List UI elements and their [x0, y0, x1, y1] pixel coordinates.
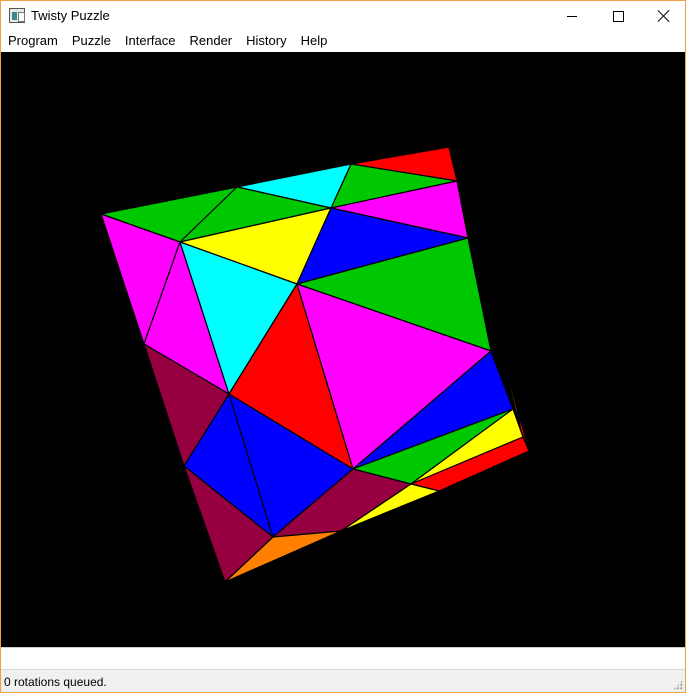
maximize-icon — [612, 10, 624, 22]
title-bar[interactable]: Twisty Puzzle — [1, 1, 685, 31]
menu-program[interactable]: Program — [1, 31, 65, 51]
menu-render[interactable]: Render — [182, 31, 239, 51]
maximize-button[interactable] — [595, 1, 641, 31]
status-text: 0 rotations queued. — [4, 675, 107, 689]
puzzle-canvas[interactable] — [1, 52, 685, 647]
window-title: Twisty Puzzle — [31, 8, 110, 23]
menu-history[interactable]: History — [239, 31, 293, 51]
menu-help[interactable]: Help — [294, 31, 335, 51]
status-bar: 0 rotations queued. — [1, 670, 685, 692]
resize-grip-icon[interactable] — [673, 680, 683, 690]
close-button[interactable] — [641, 1, 685, 31]
close-icon — [657, 9, 671, 23]
menu-puzzle[interactable]: Puzzle — [65, 31, 118, 51]
app-window: Twisty Puzzle Program Puzzle Interface R… — [0, 0, 686, 693]
menu-bar: Program Puzzle Interface Render History … — [1, 31, 685, 51]
minimize-icon — [567, 15, 577, 17]
command-input-area[interactable] — [1, 647, 685, 670]
app-icon — [9, 8, 25, 23]
minimize-button[interactable] — [549, 1, 595, 31]
puzzle-viewport[interactable] — [1, 52, 685, 647]
menu-interface[interactable]: Interface — [118, 31, 183, 51]
command-input[interactable] — [1, 648, 685, 669]
